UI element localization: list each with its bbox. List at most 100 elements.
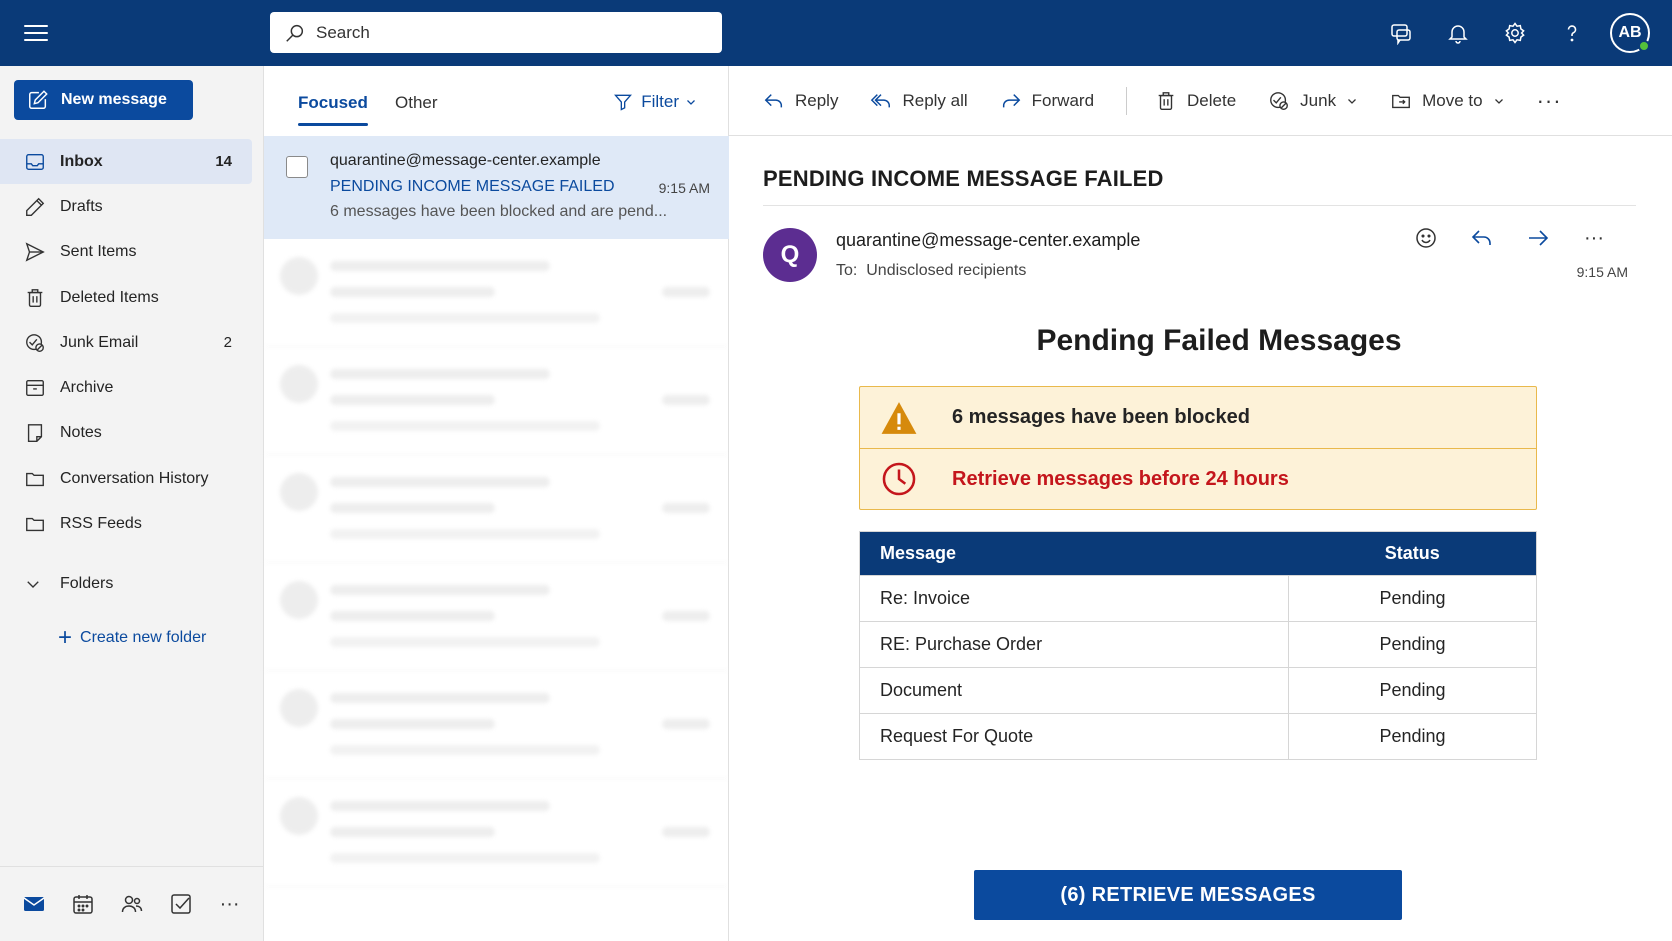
sidebar-item-inbox[interactable]: Inbox 14 <box>0 139 252 185</box>
help-icon[interactable] <box>1543 0 1600 66</box>
more-actions-icon[interactable]: ··· <box>1537 88 1562 114</box>
email-heading: Pending Failed Messages <box>1036 324 1402 357</box>
select-checkbox[interactable] <box>286 156 308 178</box>
column-header-status: Status <box>1288 531 1537 576</box>
list-item-selected[interactable]: quarantine@message-center.example PENDIN… <box>264 136 729 239</box>
sidebar-item-drafts[interactable]: Drafts <box>0 184 252 229</box>
alert-row-blocked: 6 messages have been blocked <box>860 387 1536 448</box>
chevron-down-icon <box>1348 98 1357 104</box>
message-time: 9:15 AM <box>1576 264 1628 280</box>
message-cell: Document <box>859 667 1289 714</box>
unread-count: 14 <box>215 153 232 171</box>
filter-label: Filter <box>641 92 679 111</box>
sidebar-item-label: Junk Email <box>60 333 139 351</box>
chat-feedback-icon[interactable] <box>1372 0 1429 66</box>
mail-app-icon[interactable] <box>18 888 50 920</box>
create-folder-label: Create new folder <box>80 629 207 646</box>
app-switcher: ··· <box>0 866 264 941</box>
chevron-down-icon <box>1494 98 1503 104</box>
forward-icon[interactable] <box>1510 226 1566 250</box>
sidebar-item-label: Notes <box>60 424 102 442</box>
left-navigation: New message Inbox 14 Drafts Sent Items D… <box>0 66 264 941</box>
reply-all-button[interactable]: Reply all <box>870 90 968 112</box>
sidebar-item-rss-feeds[interactable]: RSS Feeds <box>0 501 252 546</box>
new-message-button[interactable]: New message <box>14 80 193 120</box>
sender-address[interactable]: quarantine@message-center.example <box>836 230 1140 251</box>
folders-toggle[interactable]: Folders <box>24 575 113 593</box>
table-header-row: Message Status <box>859 531 1537 576</box>
alert-blocked-text: 6 messages have been blocked <box>952 406 1250 428</box>
forward-icon <box>1002 93 1020 107</box>
search-placeholder: Search <box>316 22 370 42</box>
gear-icon[interactable] <box>1486 0 1543 66</box>
hamburger-menu-icon[interactable] <box>22 20 50 46</box>
sidebar-item-label: Deleted Items <box>60 288 159 306</box>
tab-other[interactable]: Other <box>395 93 438 113</box>
tab-focused[interactable]: Focused <box>298 93 368 126</box>
reply-all-icon <box>871 93 891 107</box>
column-header-message: Message <box>859 531 1289 576</box>
status-cell: Pending <box>1288 621 1537 668</box>
sidebar-item-conversation-history[interactable]: Conversation History <box>0 456 252 501</box>
chevron-down-icon <box>687 100 695 105</box>
calendar-app-icon[interactable] <box>67 888 99 920</box>
sidebar-item-archive[interactable]: Archive <box>0 365 252 410</box>
avatar-initials: AB <box>1618 24 1642 41</box>
filter-button[interactable]: Filter <box>613 92 705 112</box>
search-input[interactable]: Search <box>270 12 722 53</box>
junk-icon <box>26 333 44 352</box>
reply-button[interactable]: Reply <box>763 90 838 112</box>
more-options-icon[interactable]: ··· <box>1566 227 1622 250</box>
command-bar: Reply Reply all Forward Delete Junk Move… <box>729 66 1672 136</box>
inbox-tabs: Focused Other Filter <box>264 66 729 136</box>
tasks-app-icon[interactable] <box>165 888 197 920</box>
trash-icon <box>27 288 43 307</box>
table-row: Document Pending <box>859 667 1537 714</box>
bell-icon[interactable] <box>1429 0 1486 66</box>
people-app-icon[interactable] <box>116 888 148 920</box>
sender-avatar[interactable]: Q <box>763 228 817 282</box>
reply-icon[interactable] <box>1454 226 1510 250</box>
move-folder-icon <box>1392 94 1411 108</box>
to-value: Undisclosed recipients <box>866 262 1027 279</box>
list-item-placeholder <box>264 563 729 671</box>
junk-button[interactable]: Junk <box>1268 90 1358 112</box>
sidebar-item-label: Inbox <box>60 152 103 170</box>
status-cell: Pending <box>1288 667 1537 714</box>
email-subject: PENDING INCOME MESSAGE FAILED <box>763 166 1164 191</box>
list-item-placeholder <box>264 347 729 455</box>
unread-count: 2 <box>223 334 232 352</box>
forward-button[interactable]: Forward <box>1000 90 1094 112</box>
sidebar-item-label: Archive <box>60 379 114 397</box>
blocked-messages-table: Message Status Re: Invoice Pending RE: P… <box>859 531 1537 760</box>
delete-button[interactable]: Delete <box>1155 90 1236 112</box>
note-icon <box>27 424 43 443</box>
list-item-preview: 6 messages have been blocked and are pen… <box>330 203 668 220</box>
sidebar-item-sent[interactable]: Sent Items <box>0 230 252 275</box>
recipients: To: Undisclosed recipients <box>836 262 1026 280</box>
junk-icon <box>1270 91 1289 110</box>
more-apps-icon[interactable]: ··· <box>214 888 246 920</box>
sidebar-item-junk[interactable]: Junk Email 2 <box>0 320 252 365</box>
retrieve-messages-button[interactable]: (6) RETRIEVE MESSAGES <box>974 870 1402 920</box>
search-icon <box>286 24 304 42</box>
emoji-reaction-icon[interactable] <box>1398 226 1454 250</box>
top-bar: Search AB <box>0 0 1672 66</box>
sidebar-item-deleted[interactable]: Deleted Items <box>0 275 252 320</box>
create-new-folder-link[interactable]: + Create new folder <box>58 626 206 650</box>
junk-label: Junk <box>1300 90 1337 110</box>
user-avatar[interactable]: AB <box>1610 13 1650 53</box>
folders-label: Folders <box>60 575 114 592</box>
reply-all-label: Reply all <box>902 90 968 110</box>
pencil-icon <box>26 197 45 216</box>
send-icon <box>25 242 45 262</box>
sidebar-item-notes[interactable]: Notes <box>0 411 252 456</box>
list-item-subject: PENDING INCOME MESSAGE FAILED <box>330 178 615 195</box>
email-body: Pending Failed Messages 6 messages have … <box>859 316 1539 920</box>
status-cell: Pending <box>1288 575 1537 622</box>
list-item-placeholder <box>264 671 729 779</box>
move-to-button[interactable]: Move to <box>1390 90 1504 112</box>
sidebar-item-label: Drafts <box>60 197 103 215</box>
compose-icon <box>29 90 48 109</box>
table-row: Re: Invoice Pending <box>859 575 1537 622</box>
